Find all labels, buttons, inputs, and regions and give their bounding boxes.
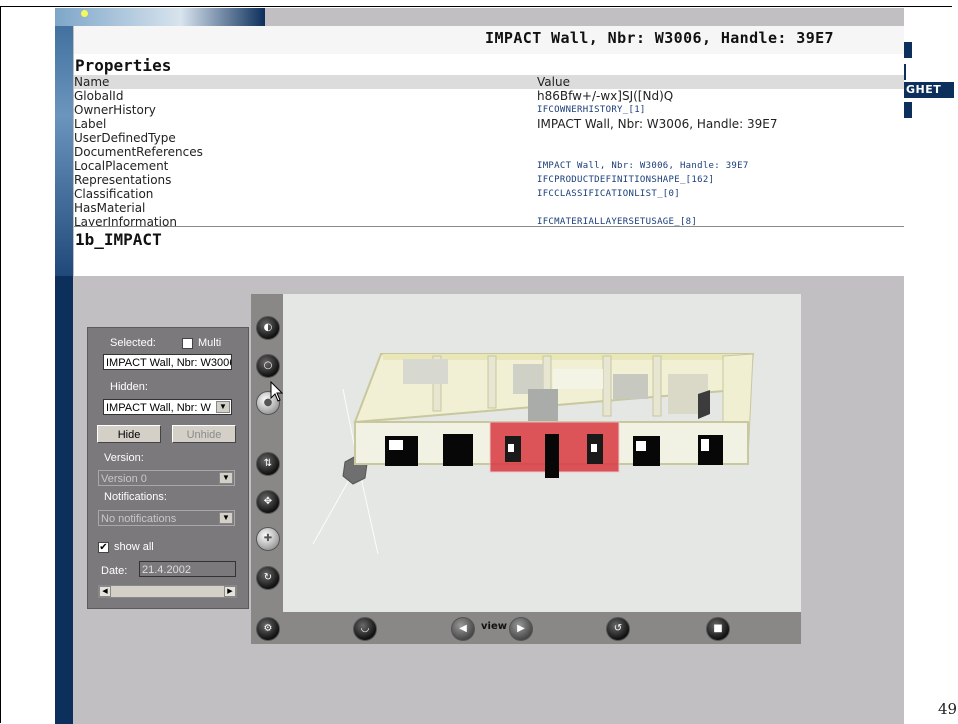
rotate-icon[interactable]: ◐ <box>256 316 280 340</box>
selected-field[interactable]: IMPACT Wall, Nbr: W3006 <box>103 354 232 370</box>
notifications-select[interactable]: No notifications ▼ <box>98 510 235 526</box>
web-page: IMPACT Wall, Nbr: W3006, Handle: 39E7 Pr… <box>74 26 904 276</box>
table-row: Label IMPACT Wall, Nbr: W3006, Handle: 39… <box>74 117 904 131</box>
version-label: Version: <box>104 452 144 464</box>
property-value-link[interactable]: IFCMATERIALLAYERSETUSAGE_[8] <box>537 215 697 226</box>
table-row: UserDefinedType <box>74 131 904 145</box>
spin-icon[interactable]: ↻ <box>256 566 280 590</box>
notifications-select-value: No notifications <box>101 513 177 525</box>
control-panel: Selected: Multi IMPACT Wall, Nbr: W3006 … <box>87 327 249 609</box>
mouse-cursor-icon <box>270 381 284 402</box>
stop-icon[interactable]: ■ <box>706 617 730 641</box>
property-name: Classification <box>74 187 154 201</box>
table-row: GlobalId h86Bfw+/-wx]SJ([Nd)Q <box>74 89 904 103</box>
chevron-down-icon[interactable]: ▼ <box>219 472 233 484</box>
model-heading: 1b_IMPACT <box>75 230 162 249</box>
chevron-right-icon[interactable]: ▶ <box>224 586 236 597</box>
table-row: Representations IFCPRODUCTDEFINITIONSHAPE… <box>74 173 904 187</box>
table-row: LayerInformation IFCMATERIALLAYERSETUSAGE… <box>74 215 904 227</box>
chevron-down-icon[interactable]: ▼ <box>219 512 233 524</box>
date-label: Date: <box>101 565 128 577</box>
hidden-label: Hidden: <box>110 381 148 393</box>
property-name: Label <box>74 117 107 131</box>
table-row: DocumentReferences <box>74 145 904 159</box>
right-nav-tab[interactable] <box>904 102 912 118</box>
pan-icon[interactable]: ○ <box>256 354 280 378</box>
viewer-bottom-toolbar: ⚙ ◡ ◀ view ▶ ↺ ■ <box>251 612 801 644</box>
table-header: Name Value <box>74 75 904 89</box>
viewer-toolstrip: ◐ ○ ● ⇅ ✥ ✚ ↻ <box>251 294 283 644</box>
left-decor-bar <box>55 8 73 724</box>
show-all-checkbox[interactable]: ✔ <box>98 542 109 553</box>
corner-decor <box>55 8 265 26</box>
version-select[interactable]: Version 0 ▼ <box>98 470 235 486</box>
selected-label: Selected: <box>110 337 156 349</box>
hidden-select-value: IMPACT Wall, Nbr: W <box>106 402 211 414</box>
date-field[interactable]: 21.4.2002 <box>139 561 236 577</box>
property-value-link[interactable]: IFCCLASSIFICATIONLIST_[0] <box>537 187 680 201</box>
reset-icon[interactable]: ↺ <box>606 617 630 641</box>
notifications-label: Notifications: <box>104 491 167 503</box>
hide-button[interactable]: Hide <box>97 425 161 443</box>
3d-viewer[interactable]: ◐ ○ ● ⇅ ✥ ✚ ↻ ⚙ ◡ ◀ view ▶ ↺ ■ <box>251 294 801 644</box>
property-value-link[interactable]: IFCPRODUCTDEFINITIONSHAPE_[162] <box>537 173 714 187</box>
property-value: h86Bfw+/-wx]SJ([Nd)Q <box>537 89 674 103</box>
property-name: GlobalId <box>74 89 124 103</box>
column-header-value: Value <box>537 75 570 89</box>
property-name: UserDefinedType <box>74 131 176 145</box>
chevron-left-icon[interactable]: ◀ <box>99 586 111 597</box>
star-icon <box>81 10 88 17</box>
view-label: view <box>481 621 507 632</box>
3d-scene[interactable] <box>283 294 801 612</box>
hidden-select[interactable]: IMPACT Wall, Nbr: W ▼ <box>103 399 232 415</box>
page-title: IMPACT Wall, Nbr: W3006, Handle: 39E7 <box>485 29 834 47</box>
column-header-name: Name <box>74 75 110 89</box>
settings-icon[interactable]: ⚙ <box>256 617 280 641</box>
prev-view-icon[interactable]: ◀ <box>451 617 475 641</box>
properties-heading: Properties <box>75 56 172 75</box>
date-slider[interactable]: ◀ ▶ <box>98 585 237 598</box>
fly-icon[interactable]: ⇅ <box>256 452 280 476</box>
right-nav-tab[interactable] <box>904 42 912 58</box>
right-nav-label[interactable]: GHET <box>904 82 954 98</box>
property-value-link[interactable]: IMPACT Wall, Nbr: W3006, Handle: 39E7 <box>537 159 749 173</box>
building-model <box>312 353 755 555</box>
properties-table[interactable]: Name Value GlobalId h86Bfw+/-wx]SJ([Nd)Q O… <box>74 75 904 227</box>
table-row: Classification IFCCLASSIFICATIONLIST_[0] <box>74 187 904 201</box>
property-name: DocumentReferences <box>74 145 203 159</box>
multi-checkbox[interactable] <box>182 338 193 349</box>
slide-page-number: 49 <box>938 700 958 718</box>
walk-icon[interactable]: ✚ <box>256 527 280 551</box>
property-name: Representations <box>74 173 172 187</box>
property-value-link[interactable]: IFCOWNERHISTORY_[1] <box>537 103 646 117</box>
chevron-down-icon[interactable]: ▼ <box>216 401 230 413</box>
next-view-icon[interactable]: ▶ <box>509 617 533 641</box>
version-select-value: Version 0 <box>101 473 147 485</box>
table-row: HasMaterial <box>74 201 904 215</box>
show-all-label: show all <box>114 541 154 553</box>
unhide-button[interactable]: Unhide <box>172 425 236 443</box>
property-name: LocalPlacement <box>74 159 169 173</box>
title-bar: IMPACT Wall, Nbr: W3006, Handle: 39E7 <box>74 26 904 54</box>
table-row: OwnerHistory IFCOWNERHISTORY_[1] <box>74 103 904 117</box>
multi-label: Multi <box>198 337 222 349</box>
property-name: LayerInformation <box>74 215 177 227</box>
property-name: OwnerHistory <box>74 103 156 117</box>
property-value: IMPACT Wall, Nbr: W3006, Handle: 39E7 <box>537 117 778 131</box>
look-icon[interactable]: ◡ <box>353 617 377 641</box>
property-name: HasMaterial <box>74 201 146 215</box>
move-icon[interactable]: ✥ <box>256 490 280 514</box>
right-nav-tab[interactable] <box>904 64 906 80</box>
table-row: LocalPlacement IMPACT Wall, Nbr: W3006, H… <box>74 159 904 173</box>
